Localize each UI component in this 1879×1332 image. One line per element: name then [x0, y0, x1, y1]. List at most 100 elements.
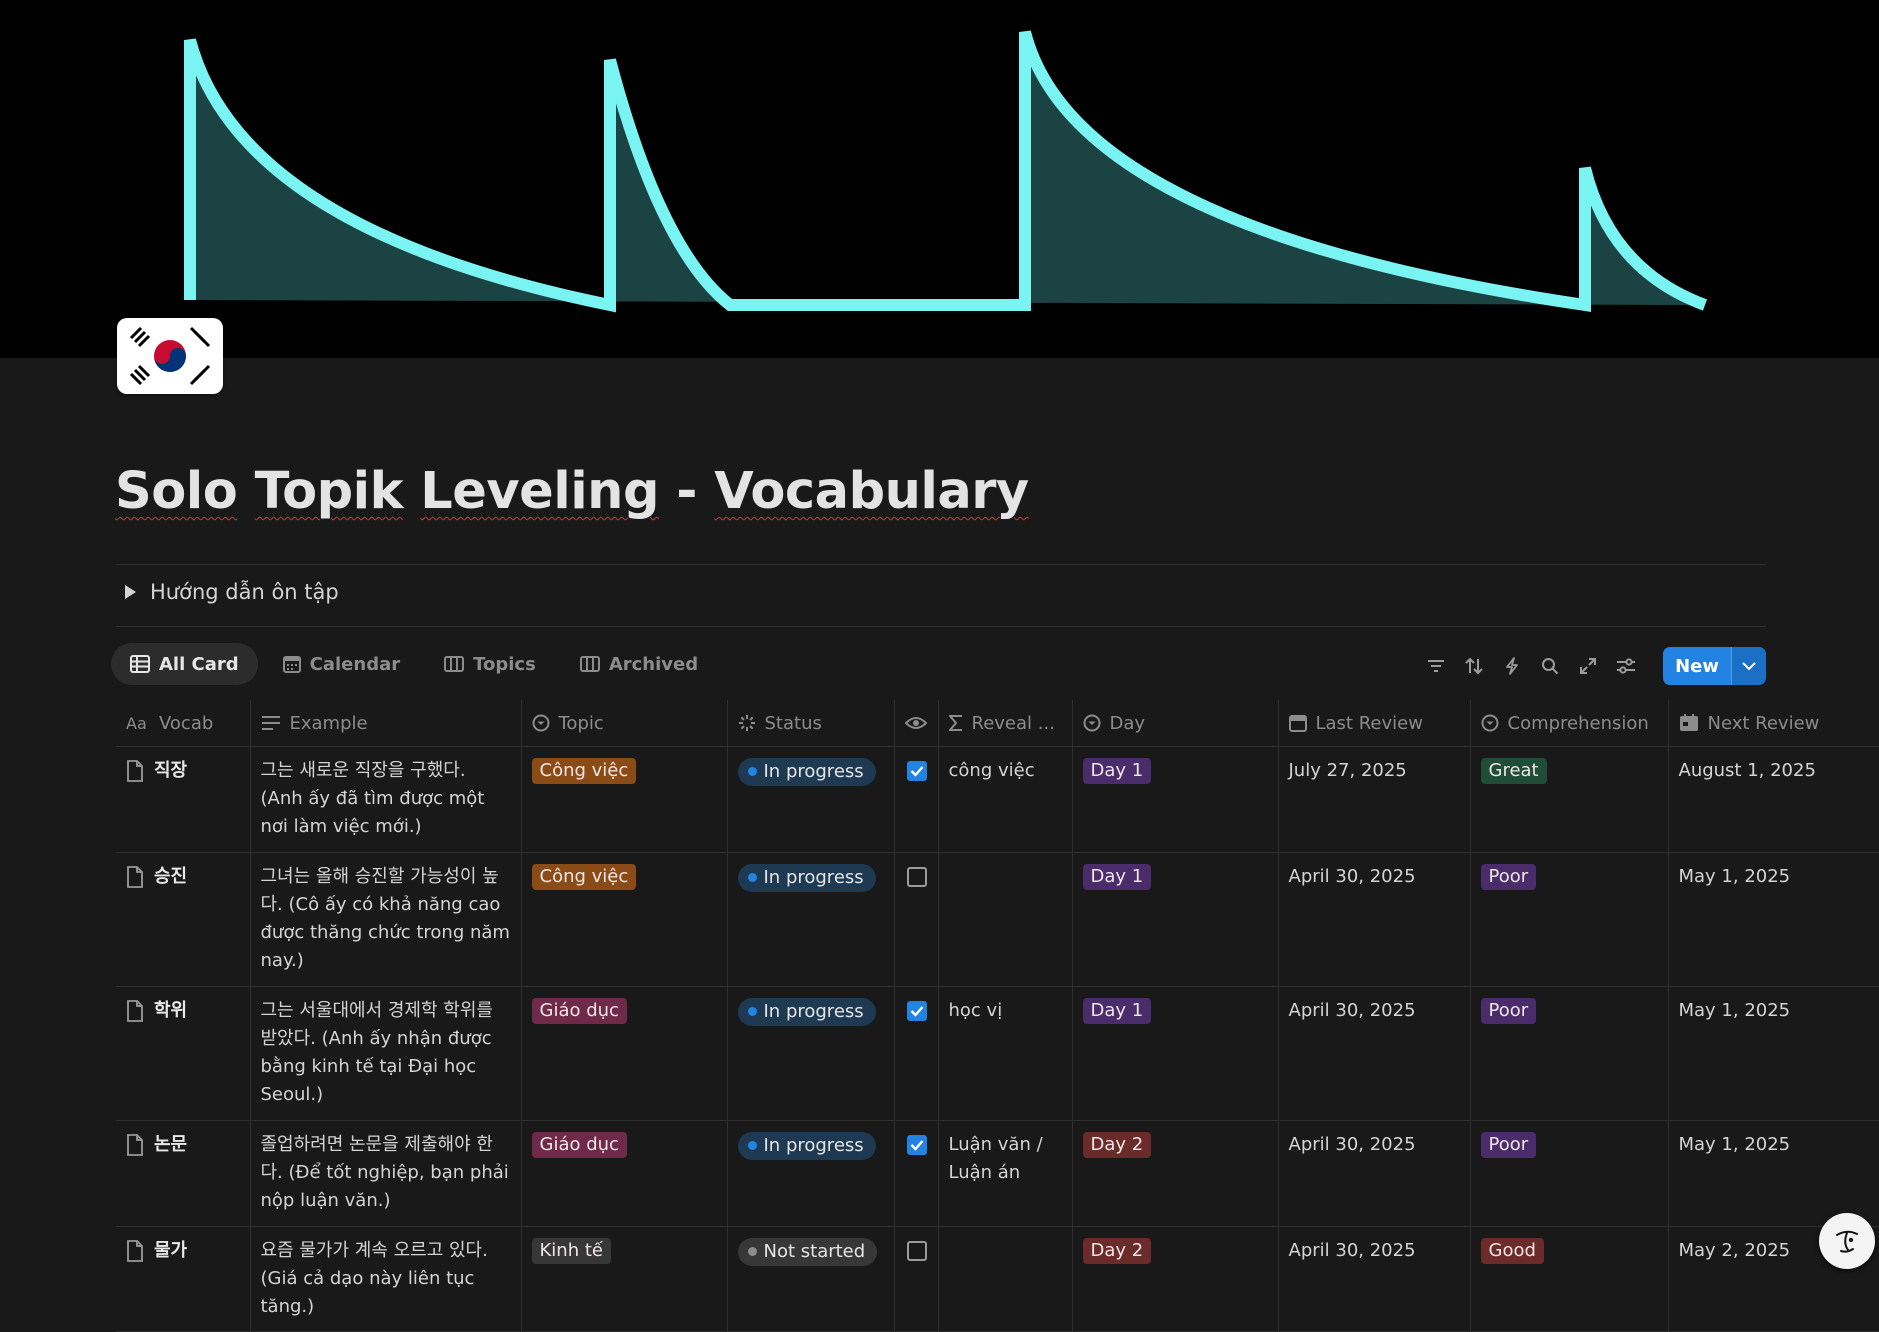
cell-reveal[interactable]: Luận văn / Luận án: [937, 1120, 1072, 1227]
page-icon-south-korea-flag[interactable]: [117, 318, 223, 394]
cell-reveal-checkbox[interactable]: [893, 986, 938, 1121]
cell-example[interactable]: 그는 서울대에서 경제학 학위를 받았다. (Anh ấy nhận được …: [249, 986, 521, 1121]
new-button[interactable]: New: [1663, 647, 1766, 685]
cell-status[interactable]: In progress: [726, 1120, 894, 1227]
cell-example[interactable]: 그는 새로운 직장을 구했다. (Anh ấy đã tìm được một …: [249, 746, 521, 853]
tab-archived[interactable]: Archived: [561, 643, 717, 685]
status-text: In progress: [763, 1000, 864, 1022]
tab-label: Calendar: [309, 653, 401, 675]
cell-day[interactable]: Day 1: [1071, 852, 1278, 987]
cell-example[interactable]: 그녀는 올해 승진할 가능성이 높다. (Cô ấy có khả năng c…: [249, 852, 521, 987]
cell-status[interactable]: In progress: [726, 986, 894, 1121]
cell-status[interactable]: Not started: [726, 1226, 894, 1332]
cell-reveal[interactable]: [937, 1226, 1072, 1332]
table-row[interactable]: 승진 그녀는 올해 승진할 가능성이 높다. (Cô ấy có khả năng…: [116, 852, 1879, 987]
cell-reveal-checkbox[interactable]: [893, 746, 938, 853]
cell-vocab[interactable]: 학위: [116, 986, 250, 1121]
page-cover[interactable]: [0, 0, 1879, 358]
column-header-last-review[interactable]: Last Review: [1277, 700, 1470, 747]
cell-last-review[interactable]: April 30, 2025: [1277, 852, 1470, 987]
cell-next-review[interactable]: May 1, 2025: [1667, 852, 1879, 987]
status-dot-icon: [747, 767, 757, 776]
cell-last-review[interactable]: July 27, 2025: [1277, 746, 1470, 853]
table-row[interactable]: 물가 요즘 물가가 계속 오르고 있다. (Giá cả dạo này liên…: [116, 1226, 1879, 1332]
cell-reveal[interactable]: [937, 852, 1072, 987]
search-icon[interactable]: [1539, 655, 1561, 677]
reveal-checkbox[interactable]: [906, 1241, 927, 1261]
reveal-checkbox[interactable]: [906, 761, 927, 781]
cell-comprehension[interactable]: Good: [1469, 1226, 1668, 1332]
column-header-status[interactable]: Status: [726, 700, 894, 747]
title-word: Solo: [115, 462, 238, 521]
cell-reveal[interactable]: công việc: [937, 746, 1072, 853]
formula-property-icon: [948, 715, 962, 731]
cell-topic[interactable]: Giáo dục: [520, 1120, 727, 1227]
cell-next-review[interactable]: August 1, 2025: [1667, 746, 1879, 853]
cell-last-review[interactable]: April 30, 2025: [1277, 986, 1470, 1121]
reveal-checkbox[interactable]: [906, 1135, 927, 1155]
tab-all-card[interactable]: All Card: [111, 643, 258, 685]
cell-last-review[interactable]: April 30, 2025: [1277, 1226, 1470, 1332]
column-header-next-review[interactable]: Next Review: [1667, 700, 1879, 747]
cell-reveal-checkbox[interactable]: [893, 1226, 938, 1332]
cell-status[interactable]: In progress: [726, 746, 894, 853]
cell-topic[interactable]: Công việc: [520, 746, 727, 853]
column-header-day[interactable]: Day: [1071, 700, 1278, 747]
guide-toggle[interactable]: Hướng dẫn ôn tập: [125, 580, 339, 604]
cell-next-review[interactable]: May 1, 2025: [1667, 986, 1879, 1121]
automation-icon[interactable]: [1501, 655, 1523, 677]
tab-topics[interactable]: Topics: [425, 643, 555, 685]
cell-vocab[interactable]: 승진: [116, 852, 250, 987]
column-header-reveal-checkbox[interactable]: [893, 700, 938, 747]
cell-day[interactable]: Day 2: [1071, 1226, 1278, 1332]
new-button-label[interactable]: New: [1663, 647, 1731, 685]
tab-calendar[interactable]: Calendar: [264, 643, 419, 685]
cell-example[interactable]: 요즘 물가가 계속 오르고 있다. (Giá cả dạo này liên t…: [249, 1226, 521, 1332]
cell-reveal[interactable]: học vị: [937, 986, 1072, 1121]
sort-icon[interactable]: [1463, 655, 1485, 677]
expand-icon[interactable]: [1577, 655, 1599, 677]
table-row[interactable]: 직장 그는 새로운 직장을 구했다. (Anh ấy đã tìm được mộ…: [116, 746, 1879, 853]
reveal-checkbox[interactable]: [906, 1001, 927, 1021]
help-button[interactable]: [1819, 1213, 1875, 1269]
cell-day[interactable]: Day 2: [1071, 1120, 1278, 1227]
cell-topic[interactable]: Giáo dục: [520, 986, 727, 1121]
vocab-text: 직장: [154, 760, 188, 781]
column-header-example[interactable]: Example: [249, 700, 521, 747]
comprehension-tag: Poor: [1480, 1132, 1537, 1158]
table-row[interactable]: 학위 그는 서울대에서 경제학 학위를 받았다. (Anh ấy nhận đượ…: [116, 986, 1879, 1121]
filter-icon[interactable]: [1425, 655, 1447, 677]
cell-status[interactable]: In progress: [726, 852, 894, 987]
example-text: 요즘 물가가 계속 오르고 있다. (Giá cả dạo này liên t…: [260, 1240, 488, 1317]
column-header-topic[interactable]: Topic: [520, 700, 727, 747]
cell-comprehension[interactable]: Poor: [1469, 852, 1668, 987]
chevron-down-icon[interactable]: [1731, 647, 1766, 685]
cell-comprehension[interactable]: Poor: [1469, 1120, 1668, 1227]
status-text: Not started: [763, 1240, 866, 1262]
cell-next-review[interactable]: May 1, 2025: [1667, 1120, 1879, 1227]
cell-vocab[interactable]: 논문: [116, 1120, 250, 1227]
cell-comprehension[interactable]: Great: [1469, 746, 1668, 853]
cell-topic[interactable]: Kinh tế: [520, 1226, 727, 1332]
cell-vocab[interactable]: 물가: [116, 1226, 250, 1332]
cell-last-review[interactable]: April 30, 2025: [1277, 1120, 1470, 1227]
column-label: Topic: [558, 712, 604, 734]
cell-comprehension[interactable]: Poor: [1469, 986, 1668, 1121]
cell-example[interactable]: 졸업하려면 논문을 제출해야 한다. (Để tốt nghiệp, bạn p…: [249, 1120, 521, 1227]
cell-day[interactable]: Day 1: [1071, 746, 1278, 853]
cell-topic[interactable]: Công việc: [520, 852, 727, 987]
cell-reveal-checkbox[interactable]: [893, 852, 938, 987]
cell-vocab[interactable]: 직장: [116, 746, 250, 853]
calendar-icon: [282, 656, 301, 673]
cell-reveal-checkbox[interactable]: [893, 1120, 938, 1227]
last-review-date: April 30, 2025: [1288, 1240, 1416, 1261]
column-header-comprehension[interactable]: Comprehension: [1469, 700, 1668, 747]
settings-icon[interactable]: [1615, 655, 1637, 677]
column-header-vocab[interactable]: Aa Vocab: [116, 700, 250, 747]
table-row[interactable]: 논문 졸업하려면 논문을 제출해야 한다. (Để tốt nghiệp, bạn…: [116, 1120, 1879, 1227]
column-header-reveal[interactable]: Reveal ...: [937, 700, 1072, 747]
page-title[interactable]: Solo Topik Leveling - Vocabulary: [115, 462, 1029, 521]
topic-tag: Giáo dục: [531, 1132, 627, 1158]
reveal-checkbox[interactable]: [906, 867, 927, 887]
cell-day[interactable]: Day 1: [1071, 986, 1278, 1121]
